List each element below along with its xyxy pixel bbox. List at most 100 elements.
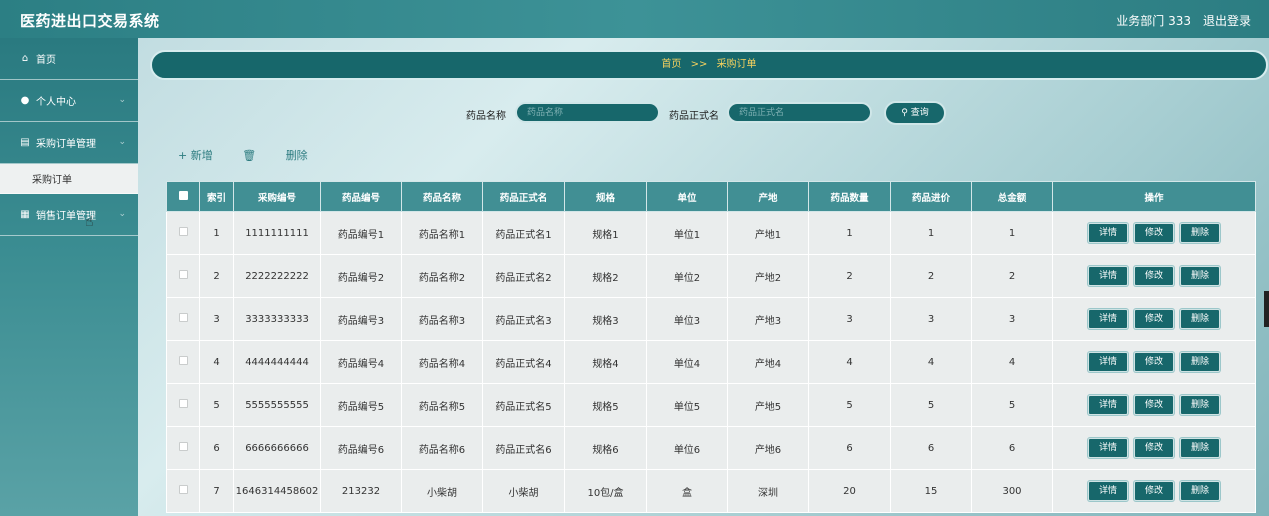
- column-header: 采购编号: [233, 181, 321, 212]
- delete-button[interactable]: 删除: [1180, 352, 1220, 372]
- scrollbar-thumb[interactable]: [1264, 291, 1269, 327]
- table-cell: 药品名称2: [401, 254, 483, 298]
- column-header: 规格: [564, 181, 647, 212]
- row-select-cell: [166, 297, 200, 341]
- row-operations-cell: 详情 修改 删除: [1052, 254, 1256, 298]
- table-cell: 单位4: [646, 340, 728, 384]
- table-cell: 5: [890, 383, 972, 427]
- table-cell: 4: [808, 340, 891, 384]
- table-cell: 单位2: [646, 254, 728, 298]
- table-cell: 规格3: [564, 297, 647, 341]
- table-cell: 产地3: [727, 297, 809, 341]
- detail-button[interactable]: 详情: [1088, 309, 1128, 329]
- table-cell: 2222222222: [233, 254, 321, 298]
- delete-button[interactable]: 删除: [1180, 438, 1220, 458]
- table-cell: 2: [199, 254, 234, 298]
- row-checkbox[interactable]: [178, 399, 188, 408]
- batch-delete-button[interactable]: 🗑 删除: [242, 149, 333, 162]
- column-header: 产地: [727, 181, 809, 212]
- table-cell: 药品编号1: [320, 211, 402, 255]
- table-cell: 产地5: [727, 383, 809, 427]
- table-cell: 6: [808, 426, 891, 470]
- table-cell: 药品编号4: [320, 340, 402, 384]
- row-operations-cell: 详情 修改 删除: [1052, 469, 1256, 513]
- table-cell: 1: [808, 211, 891, 255]
- batch-delete-label: 删除: [285, 149, 308, 162]
- table-cell: 药品名称4: [401, 340, 483, 384]
- logout-link[interactable]: 退出登录: [1203, 12, 1251, 29]
- table-cell: 4: [971, 340, 1053, 384]
- row-operations-cell: 详情 修改 删除: [1052, 340, 1256, 384]
- table-cell: 药品编号5: [320, 383, 402, 427]
- edit-button[interactable]: 修改: [1134, 481, 1174, 501]
- table-cell: 4444444444: [233, 340, 321, 384]
- delete-button[interactable]: 删除: [1180, 266, 1220, 286]
- row-checkbox[interactable]: [178, 356, 188, 365]
- table-cell: 规格1: [564, 211, 647, 255]
- search-button-label: 查询: [910, 108, 929, 118]
- drug-name-input[interactable]: [515, 102, 660, 123]
- table-cell: 5: [199, 383, 234, 427]
- sidebar-item-home[interactable]: ⌂ 首页: [0, 38, 138, 80]
- select-all-checkbox[interactable]: [178, 190, 188, 200]
- row-checkbox[interactable]: [178, 485, 188, 494]
- edit-button[interactable]: 修改: [1134, 395, 1174, 415]
- table-row: 1 1111111111 药品编号1 药品名称1 药品正式名1 规格1 单位1 产地1 1 1 1 详…: [166, 211, 1256, 255]
- table-cell: 产地1: [727, 211, 809, 255]
- table-cell: 规格4: [564, 340, 647, 384]
- table-cell: 7: [199, 469, 234, 513]
- column-header: 总金额: [971, 181, 1053, 212]
- table-cell: 单位1: [646, 211, 728, 255]
- grid-icon: ▦: [20, 209, 30, 220]
- sidebar-subitem-purchase-order[interactable]: 采购订单: [0, 164, 138, 194]
- edit-button[interactable]: 修改: [1134, 309, 1174, 329]
- table-cell: 药品编号6: [320, 426, 402, 470]
- edit-button[interactable]: 修改: [1134, 438, 1174, 458]
- row-checkbox[interactable]: [178, 270, 188, 279]
- delete-button[interactable]: 删除: [1180, 481, 1220, 501]
- row-checkbox[interactable]: [178, 442, 188, 451]
- table-cell: 3: [890, 297, 972, 341]
- table-cell: 300: [971, 469, 1053, 513]
- search-button[interactable]: ⚲ 查询: [884, 101, 946, 125]
- table-cell: 6: [890, 426, 972, 470]
- purchase-orders-table: 索引 采购编号 药品编号 药品名称 药品正式名 规格 单位 产地 药品数量 药品进价 总金额 操作 1…: [166, 181, 1256, 513]
- table-cell: 213232: [320, 469, 402, 513]
- table-cell: 6666666666: [233, 426, 321, 470]
- table-cell: 药品名称3: [401, 297, 483, 341]
- table-cell: 4: [890, 340, 972, 384]
- sidebar-item-sales-orders[interactable]: ▦ 销售订单管理 ⌄: [0, 194, 138, 236]
- row-operations-cell: 详情 修改 删除: [1052, 426, 1256, 470]
- edit-button[interactable]: 修改: [1134, 266, 1174, 286]
- table-cell: 单位3: [646, 297, 728, 341]
- detail-button[interactable]: 详情: [1088, 438, 1128, 458]
- detail-button[interactable]: 详情: [1088, 266, 1128, 286]
- delete-button[interactable]: 删除: [1180, 395, 1220, 415]
- trash-icon: 🗑: [242, 149, 257, 162]
- breadcrumb-separator: >>: [690, 59, 708, 70]
- drug-formal-name-input[interactable]: [727, 102, 872, 123]
- detail-button[interactable]: 详情: [1088, 395, 1128, 415]
- table-cell: 药品正式名5: [482, 383, 565, 427]
- table-cell: 药品正式名3: [482, 297, 565, 341]
- detail-button[interactable]: 详情: [1088, 223, 1128, 243]
- delete-button[interactable]: 删除: [1180, 309, 1220, 329]
- row-checkbox[interactable]: [178, 313, 188, 322]
- table-cell: 5555555555: [233, 383, 321, 427]
- edit-button[interactable]: 修改: [1134, 352, 1174, 372]
- column-header: 索引: [199, 181, 234, 212]
- breadcrumb-home[interactable]: 首页: [661, 59, 681, 70]
- table-cell: 药品编号3: [320, 297, 402, 341]
- detail-button[interactable]: 详情: [1088, 481, 1128, 501]
- delete-button[interactable]: 删除: [1180, 223, 1220, 243]
- table-cell: 药品编号2: [320, 254, 402, 298]
- row-checkbox[interactable]: [178, 227, 188, 236]
- table-cell: 单位5: [646, 383, 728, 427]
- table-cell: 3: [971, 297, 1053, 341]
- edit-button[interactable]: 修改: [1134, 223, 1174, 243]
- table-cell: 规格5: [564, 383, 647, 427]
- sidebar-item-purchase-orders[interactable]: ▤ 采购订单管理 ⌄: [0, 122, 138, 164]
- add-button[interactable]: + 新增: [178, 149, 213, 162]
- chevron-down-icon: ⌄: [118, 209, 126, 219]
- detail-button[interactable]: 详情: [1088, 352, 1128, 372]
